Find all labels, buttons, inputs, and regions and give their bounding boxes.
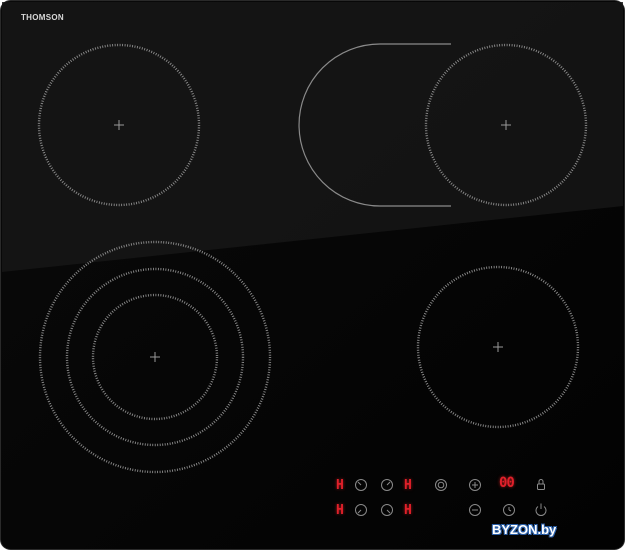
zone-level-display: H — [336, 503, 344, 518]
zone-level-display: H — [404, 503, 412, 518]
timer-display: 00 — [499, 475, 515, 491]
ceramic-hob — [0, 0, 625, 550]
brand-logo: THOMSON — [21, 13, 64, 22]
watermark-text: BYZON.by — [492, 522, 557, 537]
watermark: BYZON.by — [492, 522, 556, 537]
zone-level-display: H — [404, 478, 412, 493]
zone-level-display: H — [336, 478, 344, 493]
